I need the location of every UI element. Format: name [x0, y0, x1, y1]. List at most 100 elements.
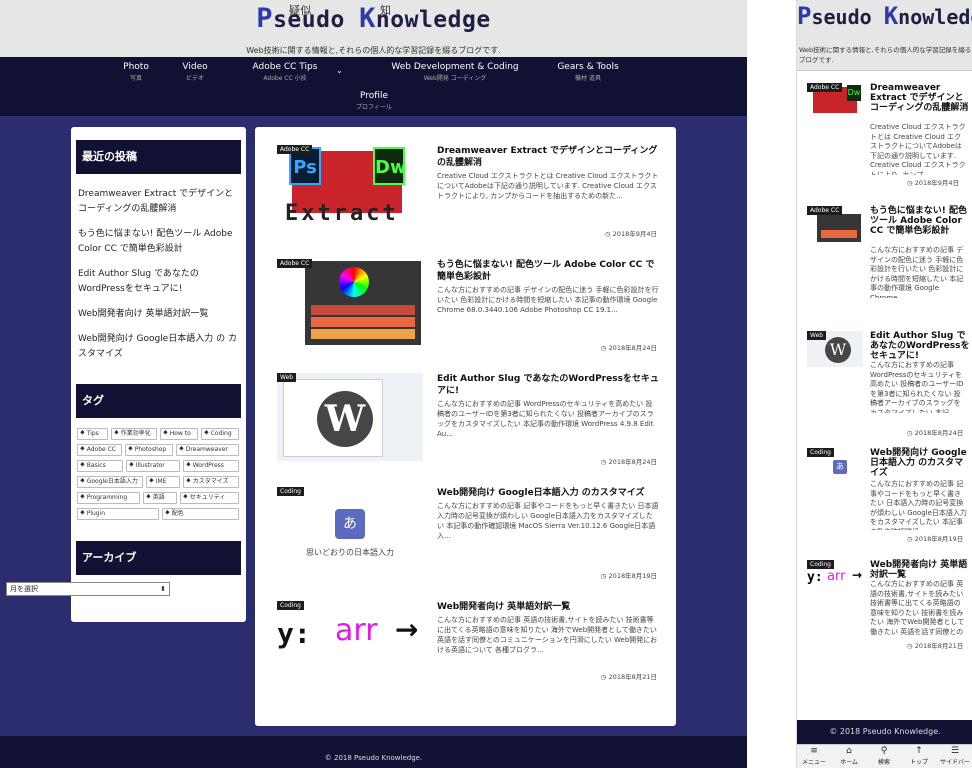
select-arrows-icon: ⬍	[160, 585, 166, 593]
dreamweaver-icon: Dw	[373, 147, 407, 185]
category-badge: Adobe CC	[807, 206, 843, 215]
main-navigation: Photo 写真 Video ビデオ Adobe CC Tips Adobe C…	[0, 57, 747, 116]
post-title[interactable]: Web開発者向け 英単語対訳一覧	[870, 560, 970, 580]
post-thumbnail[interactable]: Web W	[277, 373, 423, 461]
post-title[interactable]: Edit Author Slug であなたのWordPressをセキュアに!	[437, 373, 659, 397]
post-card[interactable]: Adobe CC Ps Dw Extract Dreamweaver Extra…	[277, 145, 659, 255]
recent-post-link[interactable]: Dreamweaver Extract でデザインとコーディングの乱髏解消	[78, 187, 241, 217]
mobile-post-thumbnail[interactable]: Web W	[807, 331, 863, 367]
post-title[interactable]: もう色に悩まない! 配色ツール Adobe Color CC で簡単色彩設計	[870, 206, 970, 236]
post-date-text: 2018年8月19日	[914, 535, 964, 543]
tag-coding[interactable]: ⯁ Coding	[201, 428, 239, 440]
post-thumbnail[interactable]: Adobe CC	[277, 259, 423, 347]
clock-icon: ◷	[600, 344, 607, 352]
site-logo[interactable]: Pseudo Knowledge 疑似 知	[0, 3, 747, 35]
nav-item-adobe-cc-tips[interactable]: Adobe CC Tips Adobe CC 小技	[240, 62, 330, 82]
post-title[interactable]: もう色に悩まない! 配色ツール Adobe Color CC で簡単色彩設計	[437, 259, 659, 283]
thumb-code-y: y:	[807, 570, 823, 585]
tag-efficiency[interactable]: ⯁ 作業効率化	[111, 428, 157, 440]
home-button[interactable]: ⌂ ホーム	[832, 746, 866, 766]
tag-programming[interactable]: ⯁ Programming	[77, 492, 140, 504]
post-title[interactable]: Edit Author Slug であなたのWordPressをセキュアに!	[870, 331, 970, 361]
tag-label: Google日本語入力	[86, 478, 138, 485]
mobile-post-thumbnail[interactable]: Adobe CC	[807, 206, 863, 242]
tag-plugin[interactable]: ⯁ Plugin	[77, 508, 159, 520]
tag-label: Dreamweaver	[185, 446, 228, 453]
tag-security[interactable]: ⯁ セキュリティ	[180, 492, 239, 504]
mobile-post-card[interactable]: Web W Edit Author Slug であなたのWordPressをセキ…	[807, 331, 970, 441]
menu-button[interactable]: ≡ メニュー	[797, 746, 831, 766]
post-excerpt: こんな方におすすめの記事 英語の技術書,サイトを読みたい 技術書等に出てくる英略…	[870, 580, 965, 638]
post-thumbnail[interactable]: Coding y: arr →	[277, 601, 423, 689]
mobile-post-card[interactable]: Adobe CC Dw Dreamweaver Extract でデザインとコー…	[807, 83, 970, 193]
post-title[interactable]: Web開発向け Google日本語入力 のカスタマイズ	[870, 448, 970, 478]
post-date: ◷ 2018年8月24日	[601, 456, 657, 466]
post-card[interactable]: Coding y: arr → Web開発者向け 英単語対訳一覧 こんな方におす…	[277, 601, 657, 711]
tag-illustrator[interactable]: ⯁ Illustrator	[126, 460, 180, 472]
post-card[interactable]: Web W Edit Author Slug であなたのWordPressをセキ…	[277, 373, 659, 483]
category-badge: Adobe CC	[807, 83, 843, 92]
tag-english[interactable]: ⯁ 英語	[143, 492, 177, 504]
nav-item-video[interactable]: Video ビデオ	[175, 62, 215, 82]
tag-photoshop[interactable]: ⯁ Photoshop	[125, 444, 173, 456]
recent-post-link[interactable]: もう色に悩まない! 配色ツール Adobe Color CC で簡単色彩設計	[78, 227, 241, 257]
mobile-site-logo[interactable]: Pseudo Knowledge	[797, 2, 972, 30]
arrow-up-icon: ↑	[915, 746, 923, 756]
nav-label: Profile	[360, 91, 388, 101]
post-excerpt: こんな方におすすめの記事 英語の技術書,サイトを読みたい 技術書等に出てくる英略…	[437, 616, 658, 654]
recent-post-link[interactable]: Edit Author Slug であなたのWordPressをセキュアに!	[78, 267, 241, 297]
post-card[interactable]: Adobe CC もう色に悩まない! 配色ツール Adobe Color CC …	[277, 259, 659, 369]
post-thumbnail[interactable]: Adobe CC Ps Dw Extract	[277, 145, 423, 233]
post-card[interactable]: Coding あ 思いどおりの日本語入力 Web開発向け Google日本語入力…	[277, 487, 659, 597]
tag-customize[interactable]: ⯁ カスタマイズ	[183, 476, 239, 488]
tag-label: Tips	[86, 430, 99, 437]
recent-post-link[interactable]: Web開発者向け 英単語対訳一覧	[78, 307, 241, 322]
search-button[interactable]: ⚲ 検索	[867, 746, 901, 766]
post-title[interactable]: Dreamweaver Extract でデザインとコーディングの乱髏解消	[437, 145, 659, 169]
mobile-post-thumbnail[interactable]: Adobe CC Dw	[807, 83, 863, 119]
top-button[interactable]: ↑ トップ	[902, 746, 936, 766]
category-badge: Web	[277, 373, 297, 382]
post-thumbnail[interactable]: Coding あ 思いどおりの日本語入力	[277, 487, 423, 575]
nav-item-photo[interactable]: Photo 写真	[116, 62, 156, 82]
tag-ime[interactable]: ⯁ IME	[146, 476, 180, 488]
category-badge: Adobe CC	[277, 145, 313, 154]
mobile-post-card[interactable]: Coding あ Web開発向け Google日本語入力 のカスタマイズ こんな…	[807, 448, 967, 558]
chevron-down-icon[interactable]: ⌄	[336, 66, 343, 75]
tag-label: カスタマイズ	[192, 478, 229, 485]
archive-dropdown[interactable]: 月を選択 ⬍	[6, 582, 170, 596]
logo-letter-k: K	[883, 2, 899, 30]
nav-item-web-development[interactable]: Web Development & Coding Web開発 コーディング	[375, 62, 535, 82]
tag-wordpress[interactable]: ⯁ WordPress	[183, 460, 239, 472]
tag-color[interactable]: ⯁ 配色	[162, 508, 239, 520]
mobile-post-thumbnail[interactable]: Coding y: arr →	[807, 560, 863, 596]
tag-how-to[interactable]: ⯁ How to	[160, 428, 198, 440]
recent-post-link[interactable]: Web開発向け Google日本語入力 の カスタマイズ	[78, 332, 241, 362]
search-icon: ⚲	[880, 746, 888, 756]
category-badge: Coding	[277, 601, 304, 610]
mobile-post-card[interactable]: Coding y: arr → Web開発者向け 英単語対訳一覧 こんな方におす…	[807, 560, 967, 700]
mobile-post-card[interactable]: Adobe CC もう色に悩まない! 配色ツール Adobe Color CC …	[807, 206, 967, 316]
tag-basics[interactable]: ⯁ Basics	[77, 460, 123, 472]
category-badge: Coding	[807, 448, 834, 457]
sidebar-button[interactable]: ☰ サイドバー	[937, 746, 972, 766]
thumb-swatch	[311, 329, 415, 339]
tag-adobe-cc[interactable]: ⯁ Adobe CC	[77, 444, 122, 456]
sidebar-button-label: サイドバー	[939, 759, 970, 766]
tag-google-ime[interactable]: ⯁ Google日本語入力	[77, 476, 143, 488]
nav-sublabel: Web開発 コーディング	[423, 75, 487, 82]
nav-sublabel: Adobe CC 小技	[263, 75, 307, 82]
post-date-text: 2018年8月21日	[608, 673, 657, 681]
post-title[interactable]: Dreamweaver Extract でデザインとコーディングの乱髏解消	[870, 83, 970, 113]
tag-dreamweaver[interactable]: ⯁ Dreamweaver	[176, 444, 239, 456]
nav-item-gears-tools[interactable]: Gears & Tools 機材 道具	[548, 62, 628, 82]
nav-item-profile[interactable]: Profile プロフィール	[344, 91, 404, 111]
tag-label: 英語	[152, 494, 165, 501]
mobile-post-thumbnail[interactable]: Coding あ	[807, 448, 863, 484]
recent-posts-list: Dreamweaver Extract でデザインとコーディングの乱髏解消 もう…	[78, 187, 241, 372]
post-title[interactable]: Web開発者向け 英単語対訳一覧	[437, 601, 659, 613]
wordpress-logo-icon: W	[317, 391, 373, 447]
tag-tips[interactable]: ⯁ Tips	[77, 428, 108, 440]
post-date: ◷ 2018年8月19日	[907, 535, 964, 543]
post-title[interactable]: Web開発向け Google日本語入力 のカスタマイズ	[437, 487, 659, 499]
